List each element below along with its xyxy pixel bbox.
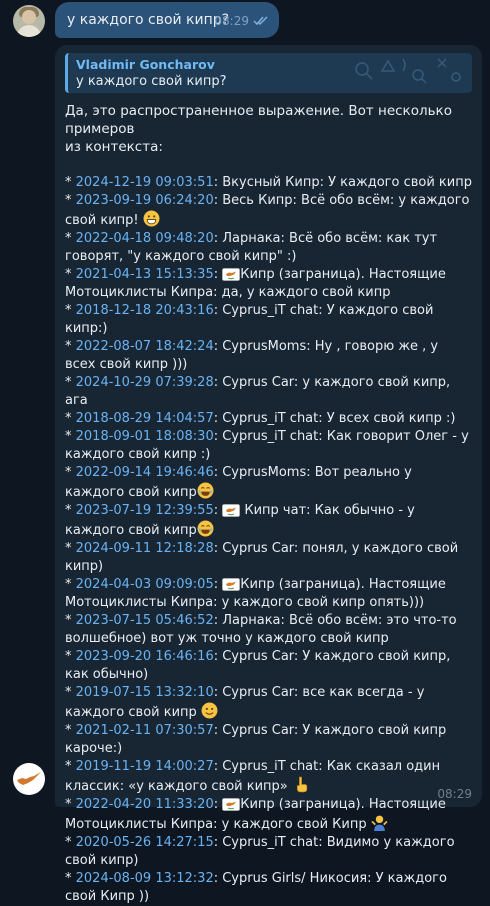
example-entry: * 2021-02-11 07:30:57: Cyprus Car: У каж… [65,723,447,756]
example-timestamp-link[interactable]: 2020-05-26 14:27:15 [76,835,214,850]
example-text: : [213,577,223,592]
example-entry: * 2024-09-11 12:18:28: Cyprus Car: понял… [65,541,459,574]
user-avatar[interactable] [13,5,45,37]
reply-intro: Да, это распространенное выражение. Вот … [65,103,452,155]
example-entry: * 2018-08-29 14:04:57: Cyprus_iT chat: У… [65,411,456,426]
example-timestamp-link[interactable]: 2024-08-09 13:12:32 [76,871,214,886]
example-timestamp-link[interactable]: 2021-04-13 15:13:35 [76,267,214,282]
example-timestamp-link[interactable]: 2022-04-20 11:33:20 [76,797,214,812]
example-entry: * 2024-08-09 13:12:32: Cyprus Girls/ Ник… [65,871,447,904]
outgoing-message-time: 08:29 [214,14,249,28]
example-entry: * 2018-12-18 20:43:16: Cyprus_iT chat: У… [65,303,434,336]
example-entry: * 2019-07-15 13:32:10: Cyprus Car: все к… [65,685,425,720]
flag-icon [222,267,241,282]
example-entry: * 2024-04-03 09:09:05: Кипр (заграница).… [65,577,446,610]
example-entry: * 2024-10-29 07:39:28: Cyprus Car: у каж… [65,375,451,408]
reply-quote[interactable]: Vladimir Goncharov у каждого свой кипр? [65,53,472,93]
outgoing-message-meta: 08:29 [214,12,271,30]
example-entry: * 2019-11-19 14:00:27: Cyprus_iT chat: К… [65,759,441,794]
example-text: : [213,797,223,812]
example-entry: * 2022-08-07 18:42:24: CyprusMoms: Ну , … [65,339,439,372]
example-text: : Вкусный Кипр: У каждого свой кипр [213,175,472,190]
example-entry: * 2023-09-20 16:46:16: Cyprus Car: У каж… [65,649,451,682]
reply-pattern-icon [355,58,461,84]
example-timestamp-link[interactable]: 2018-12-18 20:43:16 [76,303,214,318]
example-timestamp-link[interactable]: 2023-07-15 05:46:52 [76,613,214,628]
example-text: : [213,267,223,282]
example-timestamp-link[interactable]: 2023-09-20 16:46:16 [76,649,214,664]
example-entry: * 2022-04-18 09:48:20: Ларнака: Всё обо … [65,231,438,264]
example-timestamp-link[interactable]: 2024-10-29 07:39:28 [76,375,214,390]
example-timestamp-link[interactable]: 2019-11-19 14:00:27 [76,759,214,774]
cyprus-map-avatar[interactable] [13,763,45,795]
example-entry: * 2023-09-19 06:24:20: Весь Кипр: Всё об… [65,193,470,228]
joy-emoji-icon [197,520,214,538]
grin-emoji-icon [143,210,160,228]
example-timestamp-link[interactable]: 2018-08-29 14:04:57 [76,411,214,426]
example-timestamp-link[interactable]: 2022-04-18 09:48:20 [76,231,214,246]
cyprus-map-icon [17,772,41,785]
example-entry: * 2018-09-01 18:08:30: Cyprus_iT chat: К… [65,429,469,462]
example-entry: * 2022-09-14 19:46:46: CyprusMoms: Вот р… [65,465,412,500]
example-timestamp-link[interactable]: 2024-12-19 09:03:51 [76,175,214,190]
example-entry: * 2023-07-15 05:46:52: Ларнака: Всё обо … [65,613,457,646]
shrug-emoji-icon [371,815,388,832]
example-timestamp-link[interactable]: 2022-09-14 19:46:46 [76,465,214,480]
example-timestamp-link[interactable]: 2023-07-19 12:39:55 [76,503,214,518]
point-emoji-icon [292,776,309,794]
example-text: : Cyprus_iT chat: У всех свой кипр :) [213,411,456,426]
example-timestamp-link[interactable]: 2023-09-19 06:24:20 [76,193,214,208]
example-entry: * 2022-04-20 11:33:20: Кипр (заграница).… [65,797,446,832]
example-text: : [213,503,223,518]
outgoing-message[interactable]: у каждого свой кипр? 08:29 [55,2,279,38]
example-timestamp-link[interactable]: 2019-07-15 13:32:10 [76,685,214,700]
example-timestamp-link[interactable]: 2021-02-11 07:30:57 [76,723,214,738]
joy-emoji-icon [197,482,214,500]
incoming-message[interactable]: Vladimir Goncharov у каждого свой кипр? … [55,45,482,904]
example-entry: * 2024-12-19 09:03:51: Вкусный Кипр: У к… [65,175,472,190]
examples-list: * 2024-12-19 09:03:51: Вкусный Кипр: У к… [65,174,472,906]
example-entry: * 2021-04-13 15:13:35: Кипр (заграница).… [65,267,446,300]
example-entry: * 2023-07-19 12:39:55: Кипр чат: Как обы… [65,503,415,538]
example-timestamp-link[interactable]: 2022-08-07 18:42:24 [76,339,214,354]
example-timestamp-link[interactable]: 2018-09-01 18:08:30 [76,429,214,444]
flag-icon [222,503,241,518]
flag-icon [222,797,241,812]
example-timestamp-link[interactable]: 2024-04-03 09:09:05 [76,577,214,592]
example-entry: * 2020-05-26 14:27:15: Cyprus_iT chat: В… [65,835,455,868]
flag-icon [222,577,241,592]
double-check-icon [253,16,268,26]
incoming-message-time: 08:29 [437,787,472,801]
smile-emoji-icon [201,702,218,720]
outgoing-message-text: у каждого свой кипр? [67,12,230,28]
example-timestamp-link[interactable]: 2024-09-11 12:18:28 [76,541,214,556]
